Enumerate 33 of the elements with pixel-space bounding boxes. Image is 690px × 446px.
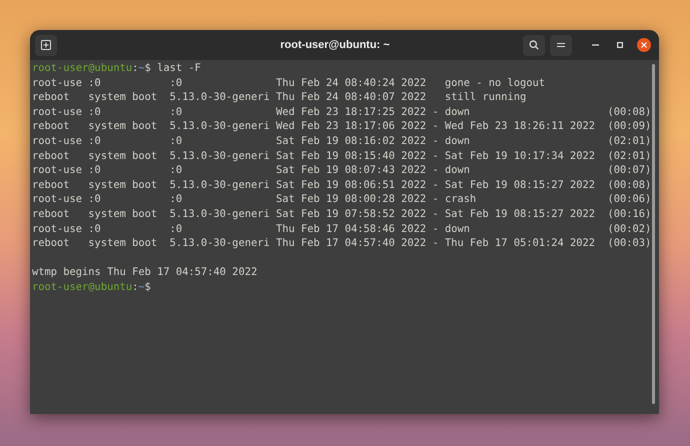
output-line: reboot system boot 5.13.0-30-generi Wed Feb 23 18:17:06 2022 - Wed Feb 23 18:26:11 2022 (00:09)	[32, 119, 652, 134]
output-line: reboot system boot 5.13.0-30-generi Thu Feb 17 04:57:40 2022 - Thu Feb 17 05:01:24 2022 (00:03)	[32, 236, 652, 251]
output-line: reboot system boot 5.13.0-30-generi Sat Feb 19 08:06:51 2022 - Sat Feb 19 08:15:27 2022 (00:08)	[32, 178, 652, 192]
maximize-icon	[617, 42, 623, 48]
minimize-icon	[592, 44, 598, 46]
output-line: root-use :0 :0 Thu Feb 24 08:40:24 2022 gone - no logout	[32, 76, 545, 90]
output-line: root-use :0 :0 Sat Feb 19 08:16:02 2022 - down (02:01)	[32, 134, 652, 149]
prompt-user-host: root-user@ubuntu	[32, 61, 132, 76]
output-line: root-use :0 :0 Wed Feb 23 18:17:25 2022 - down (00:08)	[32, 104, 652, 120]
output-line: root-use :0 :0 Sat Feb 19 08:07:43 2022 - down (00:07)	[32, 163, 652, 178]
search-button[interactable]	[523, 34, 545, 56]
close-button[interactable]	[637, 38, 651, 52]
prompt-separator: :	[132, 61, 138, 76]
new-tab-icon	[41, 40, 51, 50]
output-line: root-use :0 :0 Thu Feb 17 04:58:46 2022 - down (00:02)	[32, 222, 652, 236]
close-icon	[641, 42, 647, 48]
output-line: reboot system boot 5.13.0-30-generi Thu Feb 24 08:40:07 2022 still running	[32, 90, 526, 105]
search-icon	[529, 40, 539, 50]
window-title: root-user@ubuntu: ~	[279, 38, 390, 53]
new-tab-button[interactable]	[35, 34, 57, 56]
output-line: root-use :0 :0 Sat Feb 19 08:00:28 2022 - crash (00:06)	[32, 192, 652, 207]
prompt-separator: :	[132, 280, 138, 294]
prompt-user-host: root-user@ubuntu	[32, 280, 132, 294]
prompt-symbol: $	[144, 61, 151, 76]
output-line: reboot system boot 5.13.0-30-generi Sat Feb 19 08:15:40 2022 - Sat Feb 19 10:17:34 2022 (02:01)	[32, 148, 652, 164]
prompt-path: ~	[138, 61, 145, 76]
summary-line: wtmp begins Thu Feb 17 04:57:40 2022	[32, 265, 258, 280]
prompt-symbol: $	[144, 280, 151, 294]
command-text: last -F	[156, 61, 201, 76]
prompt-path: ~	[138, 280, 145, 294]
menu-icon	[557, 42, 565, 48]
menu-button[interactable]	[550, 34, 572, 56]
output-line: reboot system boot 5.13.0-30-generi Sat Feb 19 07:58:52 2022 - Sat Feb 19 08:15:27 2022 (00:16)	[32, 206, 652, 222]
